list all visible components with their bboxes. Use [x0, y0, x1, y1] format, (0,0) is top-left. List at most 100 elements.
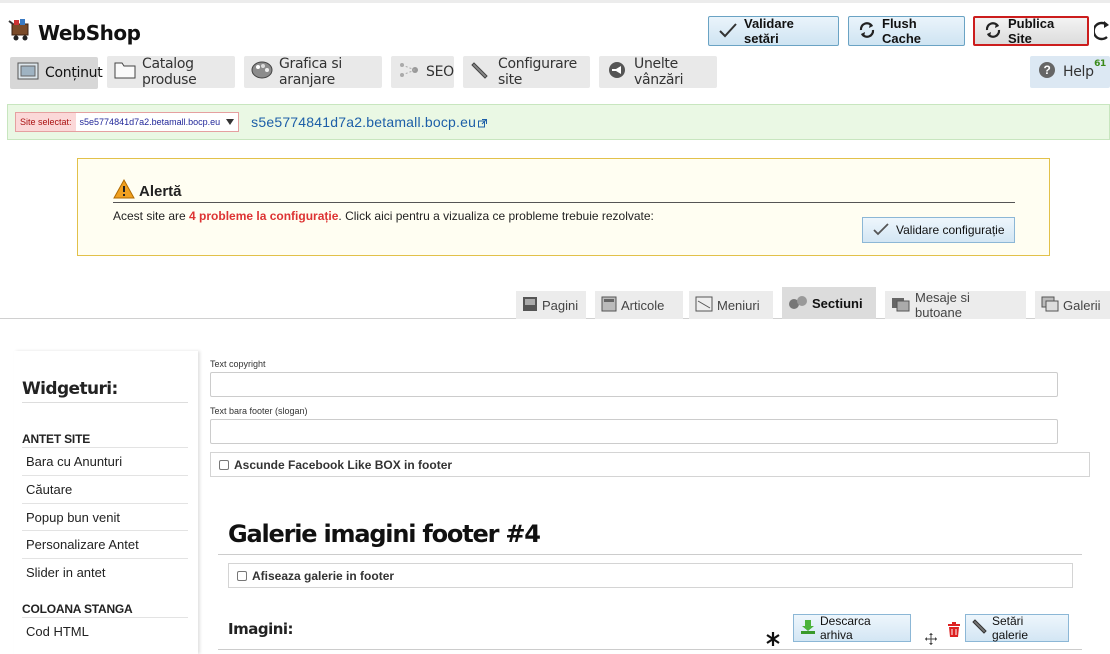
tab-galleries-label: Galerii — [1063, 297, 1101, 313]
config-alert: Alertă Acest site are 4 probleme la conf… — [77, 158, 1050, 256]
tab-pages-label: Pagini — [542, 297, 579, 313]
question-icon: ? — [1037, 60, 1057, 84]
alert-text-after: . Click aici pentru a vizualiza ce probl… — [338, 209, 654, 223]
palette-icon — [251, 61, 273, 83]
main-nav: Conținut Catalog produse Grafica si aran… — [0, 56, 1110, 92]
sections-icon — [788, 294, 808, 313]
trash-icon[interactable] — [947, 622, 961, 643]
wrench-icon — [972, 618, 988, 638]
logo-text: WebShop — [38, 20, 141, 45]
site-selector-text: s5e5774841d7a2.betamall.bocp.eu — [79, 117, 221, 127]
tab-galleries[interactable]: Galerii — [1035, 291, 1110, 319]
widget-item[interactable]: Personalizare Antet — [22, 530, 188, 558]
nav-graphics[interactable]: Grafica si aranjare — [244, 56, 382, 88]
catalog-icon — [114, 61, 136, 83]
help-badge: 61 — [1094, 59, 1106, 69]
articles-icon — [601, 296, 617, 315]
gallery-section-title: Galerie imagini footer #4 — [228, 520, 541, 548]
nav-help-label: Help — [1063, 64, 1094, 80]
alert-problem-count[interactable]: 4 probleme la configurație — [189, 209, 338, 223]
flush-cache-button[interactable]: Flush Cache — [848, 16, 965, 46]
show-gallery-checkbox[interactable]: Afiseaza galerie in footer — [228, 563, 1073, 588]
alert-message[interactable]: Acest site are 4 probleme la configurați… — [113, 209, 654, 223]
external-link-icon[interactable] — [478, 115, 488, 133]
move-icon[interactable] — [925, 632, 937, 650]
reload-icon[interactable] — [1092, 20, 1110, 47]
widgets-title: Widgeturi: — [22, 379, 118, 399]
top-header: WebShop Validare setări Flush Cache Publ… — [0, 0, 1110, 56]
site-selector[interactable]: Site selectat: s5e5774841d7a2.betamall.b… — [15, 112, 240, 132]
refresh-icon — [984, 21, 1002, 42]
cart-logo-icon — [8, 17, 34, 48]
nav-content[interactable]: Conținut — [10, 57, 103, 89]
hide-facebook-box-label: Ascunde Facebook Like BOX in footer — [234, 457, 453, 472]
checkmark-icon — [718, 22, 738, 41]
checkbox-box[interactable] — [237, 570, 247, 581]
slogan-label: Text bara footer (slogan) — [210, 406, 308, 416]
widget-item[interactable]: Cod HTML — [22, 617, 188, 645]
images-title: Imagini: — [228, 620, 294, 638]
checkbox-box[interactable] — [219, 459, 229, 470]
nav-catalog-label: Catalog produse — [142, 56, 197, 88]
widget-item[interactable]: Bara cu Anunturi — [22, 447, 188, 475]
pages-icon — [522, 296, 538, 315]
nav-catalog[interactable]: Catalog produse — [107, 56, 235, 88]
hide-facebook-box-checkbox[interactable]: Ascunde Facebook Like BOX in footer — [210, 452, 1090, 477]
tab-messages-buttons-label: Mesaje si butoane — [915, 290, 970, 320]
content-icon — [17, 62, 39, 84]
validate-settings-button[interactable]: Validare setări — [708, 16, 839, 46]
validate-config-button[interactable]: Validare configurație — [862, 217, 1015, 243]
gallery-section-divider — [218, 554, 1082, 555]
widget-item[interactable]: Slider in antet — [22, 558, 188, 586]
widget-item[interactable]: Căutare — [22, 475, 188, 503]
copyright-label: Text copyright — [210, 359, 266, 369]
download-archive-label: Descarca arhiva — [820, 614, 871, 642]
flush-cache-label: Flush Cache — [882, 16, 922, 46]
wrench-icon — [470, 61, 492, 83]
gallery-settings-label: Setări galerie — [992, 614, 1029, 642]
nav-site-config-label: Configurare site — [498, 56, 577, 88]
show-gallery-label: Afiseaza galerie in footer — [252, 568, 395, 583]
slogan-input[interactable] — [210, 419, 1058, 444]
megaphone-icon — [606, 61, 628, 83]
tab-pages[interactable]: Pagini — [516, 291, 586, 319]
svg-text:?: ? — [1043, 63, 1050, 77]
gallery-settings-button[interactable]: Setări galerie — [965, 614, 1069, 642]
refresh-icon — [858, 21, 876, 42]
nav-graphics-label: Grafica si aranjare — [279, 56, 342, 88]
warning-icon — [113, 178, 135, 203]
validate-settings-label: Validare setări — [744, 16, 794, 46]
nav-help[interactable]: ? Help 61 — [1030, 56, 1110, 88]
nav-sales-tools[interactable]: Unelte vânzări — [599, 56, 717, 88]
tab-menus[interactable]: Meniuri — [689, 291, 773, 319]
validate-config-label: Validare configurație — [896, 223, 1005, 237]
group-header-left-column: COLOANA STANGA — [22, 602, 133, 616]
widget-item[interactable]: Popup bun venit — [22, 503, 188, 531]
chevron-down-icon — [226, 117, 235, 127]
nav-seo[interactable]: SEO — [391, 56, 454, 88]
tab-articles-label: Articole — [621, 297, 665, 313]
nav-site-config[interactable]: Configurare site — [463, 56, 590, 88]
widgets-title-divider — [22, 402, 188, 403]
logo[interactable]: WebShop — [8, 17, 141, 48]
content-tabs: Pagini Articole Meniuri Sectiuni Mesaje … — [0, 287, 1110, 320]
site-selector-value[interactable]: s5e5774841d7a2.betamall.bocp.eu — [75, 113, 239, 131]
tab-sections[interactable]: Sectiuni — [782, 287, 876, 319]
group-header-antet: ANTET SITE — [22, 432, 91, 446]
seo-icon — [398, 61, 420, 83]
copyright-input[interactable] — [210, 372, 1058, 397]
nav-sales-tools-label: Unelte vânzări — [634, 56, 684, 88]
site-link[interactable]: s5e5774841d7a2.betamall.bocp.eu — [251, 114, 476, 130]
alert-divider — [113, 202, 1015, 203]
nav-content-label: Conținut — [45, 65, 103, 81]
tab-sections-label: Sectiuni — [812, 295, 863, 311]
nav-seo-label: SEO — [426, 64, 454, 80]
publish-site-button[interactable]: Publica Site — [973, 16, 1089, 46]
download-archive-button[interactable]: Descarca arhiva — [793, 614, 911, 642]
galleries-icon — [1041, 296, 1059, 315]
tab-messages-buttons[interactable]: Mesaje si butoane — [885, 290, 1026, 320]
tab-articles[interactable]: Articole — [595, 291, 683, 319]
alert-text-before: Acest site are — [113, 209, 190, 223]
publish-site-label: Publica Site — [1008, 16, 1055, 46]
images-divider — [218, 649, 1082, 650]
